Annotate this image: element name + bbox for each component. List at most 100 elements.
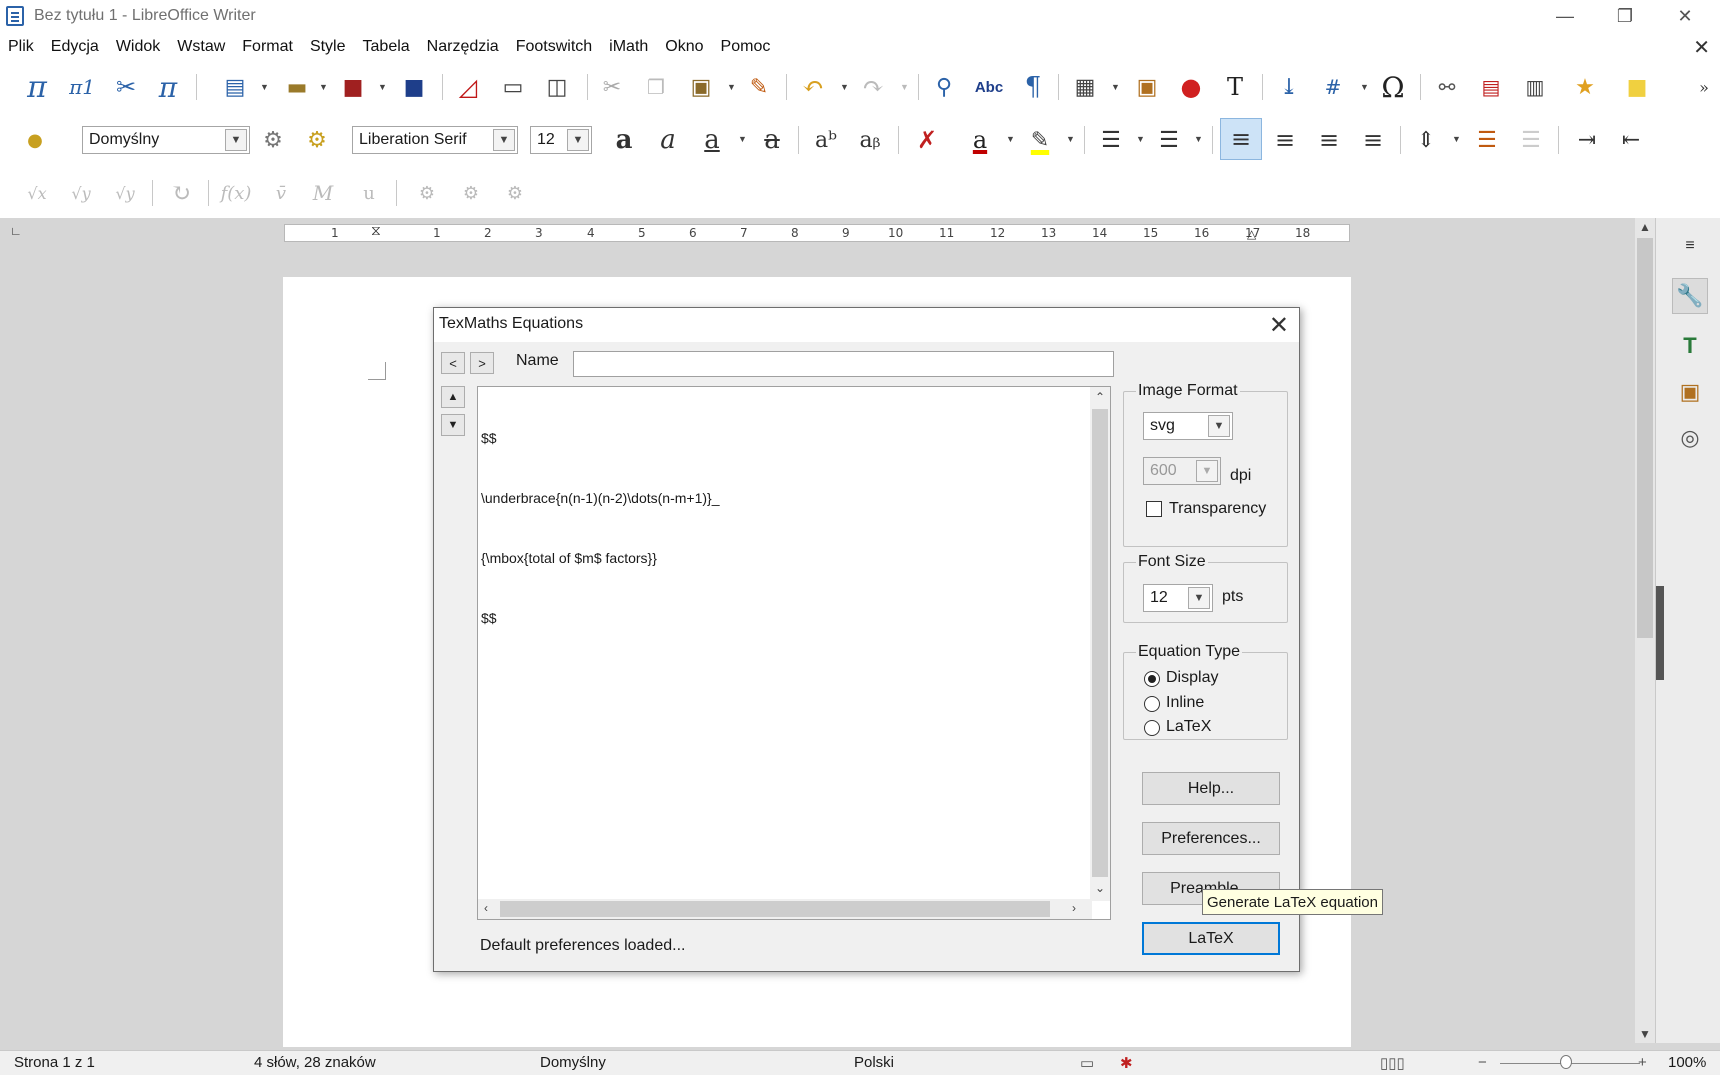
inline-radio[interactable]: [1144, 696, 1160, 712]
navigator-icon[interactable]: ◎: [1672, 420, 1708, 456]
paragraph-style-combo[interactable]: Domyślny ▼: [82, 126, 250, 154]
underline-dropdown-arrow[interactable]: ▼: [738, 134, 747, 144]
formatting-marks-icon[interactable]: ¶: [1018, 62, 1048, 112]
open-folder-icon[interactable]: ▬: [280, 62, 314, 112]
transparency-label[interactable]: Transparency: [1169, 500, 1266, 518]
preferences-button[interactable]: Preferences...: [1142, 822, 1280, 855]
view-layout-icon[interactable]: ▯▯▯: [1380, 1054, 1405, 1072]
footnote-icon[interactable]: ▤: [1474, 62, 1508, 112]
editor-scrollbar-thumb[interactable]: [1092, 409, 1108, 877]
decrease-paragraph-spacing-icon[interactable]: ☰: [1514, 112, 1548, 168]
sqrt-x-icon[interactable]: √x: [20, 168, 54, 218]
comment-icon[interactable]: ■: [1620, 62, 1654, 112]
new-style-icon[interactable]: ⚙: [256, 112, 290, 168]
update-style-icon[interactable]: ●: [20, 112, 50, 168]
menu-plik[interactable]: Plik: [8, 38, 34, 56]
spelling-icon[interactable]: Abc: [970, 62, 1008, 112]
increase-paragraph-spacing-icon[interactable]: ☰: [1470, 112, 1504, 168]
menu-okno[interactable]: Okno: [665, 38, 703, 56]
word-count[interactable]: 4 słów, 28 znaków: [254, 1054, 376, 1071]
display-label[interactable]: Display: [1166, 669, 1218, 687]
undo-dropdown-arrow[interactable]: ▼: [840, 82, 849, 92]
texmaths-tools-icon[interactable]: ✂: [108, 62, 144, 112]
menu-format[interactable]: Format: [242, 38, 293, 56]
chevron-down-icon[interactable]: ▼: [1196, 460, 1218, 482]
vector-icon[interactable]: v̄: [266, 168, 296, 218]
inline-label[interactable]: Inline: [1166, 694, 1204, 712]
update-paragraph-style-icon[interactable]: ⚙: [300, 112, 334, 168]
save-as-icon[interactable]: ■: [397, 62, 431, 112]
new-document-icon[interactable]: ▤: [220, 62, 250, 112]
scroll-down-icon[interactable]: ▼: [1639, 1027, 1651, 1041]
save-icon[interactable]: ■: [336, 62, 370, 112]
special-character-icon[interactable]: Ω: [1376, 62, 1410, 112]
restore-button[interactable]: ❐: [1595, 0, 1655, 32]
endnote-icon[interactable]: ▥: [1518, 62, 1552, 112]
clone-formatting-icon[interactable]: ✎: [742, 62, 776, 112]
image-format-select[interactable]: svg ▼: [1143, 412, 1233, 440]
recompile-icon[interactable]: ↻: [164, 168, 198, 218]
menu-tabela[interactable]: Tabela: [363, 38, 410, 56]
close-window-button[interactable]: ✕: [1655, 0, 1715, 32]
zoom-level[interactable]: 100%: [1668, 1054, 1706, 1071]
name-input[interactable]: [573, 351, 1114, 377]
align-left-icon[interactable]: ≡: [1220, 118, 1262, 160]
dpi-select[interactable]: 600 ▼: [1143, 457, 1221, 485]
align-center-icon[interactable]: ≡: [1268, 112, 1302, 168]
page-break-icon[interactable]: ⤓: [1272, 62, 1306, 112]
latex-radio[interactable]: [1144, 720, 1160, 736]
matrix-icon[interactable]: M: [308, 168, 338, 218]
chevron-left-icon[interactable]: ‹: [484, 901, 488, 915]
highlight-color-icon[interactable]: ✎: [1022, 112, 1058, 168]
function-icon[interactable]: f(x): [216, 168, 256, 218]
chevron-up-icon[interactable]: ⌃: [1095, 390, 1105, 404]
find-replace-icon[interactable]: ⚲: [926, 62, 962, 112]
zoom-slider-handle[interactable]: [1560, 1055, 1572, 1069]
dialog-close-button[interactable]: ✕: [1269, 311, 1289, 340]
clear-formatting-icon[interactable]: ✗: [910, 112, 944, 168]
print-preview-icon[interactable]: ◫: [540, 62, 574, 112]
close-document-button[interactable]: ✕: [1693, 35, 1710, 60]
bullet-list-icon[interactable]: ☰: [1094, 112, 1128, 168]
transparency-checkbox[interactable]: [1146, 501, 1162, 517]
sqrt-y-icon[interactable]: √y: [64, 168, 98, 218]
horizontal-ruler[interactable]: 1 ⧖ 1 2 3 4 5 6 7 8 9 10 11 12 13 14 15 …: [284, 223, 1350, 242]
tab-stop-selector-icon[interactable]: ∟: [10, 224, 22, 238]
chevron-down-icon[interactable]: ▼: [225, 129, 247, 151]
italic-icon[interactable]: a: [652, 112, 684, 168]
latex-code-editor[interactable]: $$ \underbrace{n(n-1)(n-2)\dots(n-m+1)}_…: [477, 386, 1111, 920]
sqrt-z-icon[interactable]: √y: [108, 168, 142, 218]
equation-font-size-select[interactable]: 12 ▼: [1143, 584, 1213, 612]
chevron-down-icon[interactable]: ⌄: [1095, 881, 1105, 895]
latex-button[interactable]: LaTeX: [1142, 922, 1280, 955]
number-equation-icon[interactable]: ⚙: [410, 168, 444, 218]
menu-widok[interactable]: Widok: [116, 38, 160, 56]
menu-footswitch[interactable]: Footswitch: [516, 38, 592, 56]
page-style[interactable]: Domyślny: [540, 1054, 606, 1071]
table-dropdown-arrow[interactable]: ▼: [1111, 82, 1120, 92]
chevron-down-icon[interactable]: ▼: [1188, 587, 1210, 609]
remove-numbering-icon[interactable]: ⚙: [498, 168, 532, 218]
highlight-dropdown-arrow[interactable]: ▼: [1066, 134, 1075, 144]
next-equation-button[interactable]: >: [470, 352, 494, 374]
font-name-combo[interactable]: Liberation Serif ▼: [352, 126, 518, 154]
menu-style[interactable]: Style: [310, 38, 346, 56]
hyperlink-icon[interactable]: ⚯: [1430, 62, 1464, 112]
chevron-down-icon[interactable]: ▼: [493, 129, 515, 151]
export-pdf-icon[interactable]: ◿: [452, 62, 484, 112]
open-dropdown-arrow[interactable]: ▼: [319, 82, 328, 92]
font-color-icon[interactable]: a: [962, 112, 998, 168]
numbered-list-icon[interactable]: ☰: [1152, 112, 1186, 168]
numbering-dropdown-arrow[interactable]: ▼: [1194, 134, 1203, 144]
bold-icon[interactable]: a: [608, 112, 640, 168]
chevron-down-icon[interactable]: ▼: [567, 129, 589, 151]
font-color-dropdown-arrow[interactable]: ▼: [1006, 134, 1015, 144]
strikethrough-icon[interactable]: a: [756, 112, 788, 168]
zoom-out-icon[interactable]: −: [1478, 1054, 1487, 1071]
toolbar-overflow-icon[interactable]: »: [1694, 62, 1714, 112]
move-down-button[interactable]: ▼: [441, 414, 465, 436]
menu-pomoc[interactable]: Pomoc: [721, 38, 771, 56]
justify-icon[interactable]: ≡: [1356, 112, 1390, 168]
latex-label[interactable]: LaTeX: [1166, 718, 1211, 736]
display-radio[interactable]: [1144, 671, 1160, 687]
